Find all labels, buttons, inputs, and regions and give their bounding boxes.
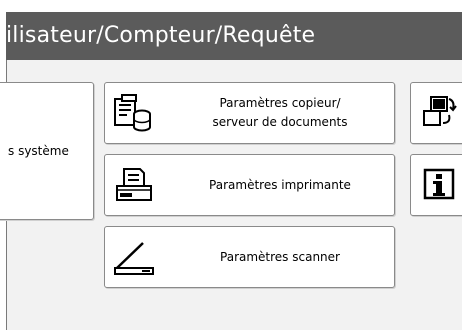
copier-document-server-settings-button[interactable]: Paramètres copieur/ serveur de documents xyxy=(104,82,395,144)
copier-settings-label-line2: serveur de documents xyxy=(212,115,348,129)
printer-settings-label: Paramètres imprimante xyxy=(209,178,351,192)
info-button[interactable] xyxy=(410,154,462,216)
system-settings-label: s système xyxy=(8,144,69,158)
screen-switch-icon xyxy=(423,96,457,126)
printer-icon xyxy=(116,168,152,201)
screen-switch-button[interactable] xyxy=(410,82,462,144)
copier-document-server-icon xyxy=(114,94,151,132)
copier-settings-label-line1: Paramètres copieur/ xyxy=(219,96,341,110)
screen: ilisateur/Compteur/Requête s système Par… xyxy=(0,0,462,330)
screen-title: ilisateur/Compteur/Requête xyxy=(6,23,316,48)
settings-panel: s système Paramètres copieur/ serveur de… xyxy=(0,60,462,330)
scanner-icon xyxy=(114,242,154,275)
info-icon xyxy=(423,168,455,200)
system-settings-button[interactable]: s système xyxy=(0,82,94,220)
printer-settings-button[interactable]: Paramètres imprimante xyxy=(104,154,395,216)
scanner-settings-label: Paramètres scanner xyxy=(220,250,340,264)
scanner-settings-button[interactable]: Paramètres scanner xyxy=(104,226,395,288)
